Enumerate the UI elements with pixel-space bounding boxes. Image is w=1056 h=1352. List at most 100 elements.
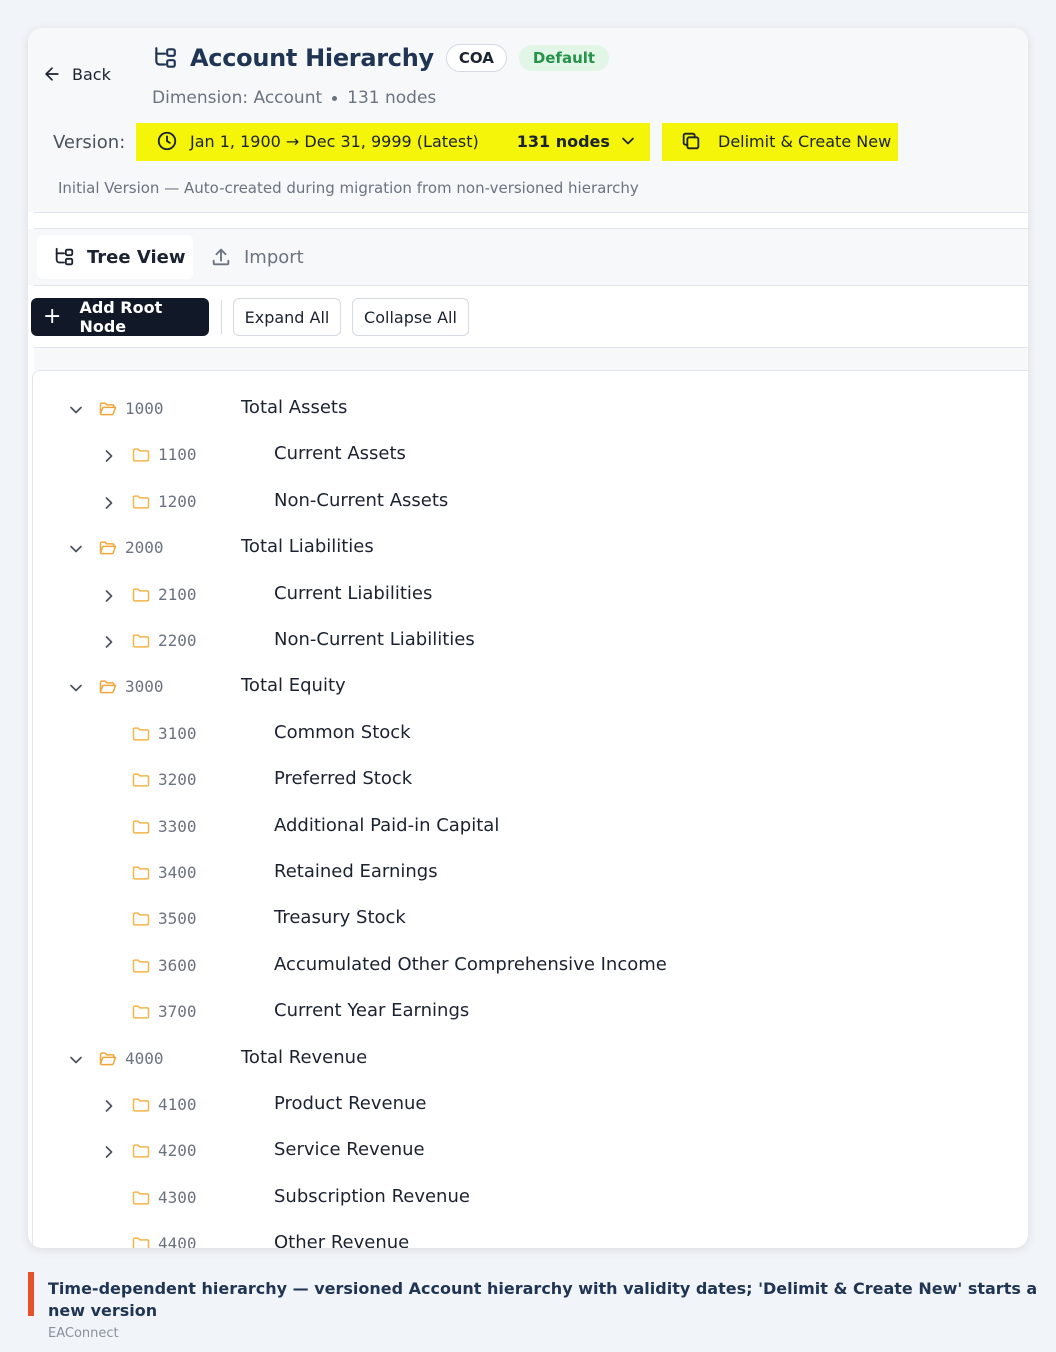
folder-icon bbox=[132, 773, 150, 787]
folder-icon bbox=[132, 727, 150, 741]
dimension-label: Dimension: Account bbox=[152, 88, 323, 108]
node-name: Current Liabilities bbox=[274, 582, 433, 604]
folder-icon bbox=[132, 495, 150, 509]
tree-row[interactable]: 3400 Retained Earnings bbox=[33, 851, 1028, 897]
node-code: 4400 bbox=[158, 1234, 197, 1248]
node-name: Treasury Stock bbox=[274, 907, 406, 929]
tab-import[interactable]: Import bbox=[210, 235, 304, 279]
page-header: Back Account Hierarchy COA Default Dimen… bbox=[28, 28, 1028, 212]
chevron-right-icon[interactable] bbox=[99, 493, 119, 513]
folder-icon bbox=[132, 959, 150, 973]
tree-row[interactable]: 4300 Subscription Revenue bbox=[33, 1176, 1028, 1222]
tree-row[interactable]: 4000 Total Revenue bbox=[33, 1037, 1028, 1083]
tree-row[interactable]: 3100 Common Stock bbox=[33, 712, 1028, 758]
tree-row[interactable]: 2200 Non-Current Liabilities bbox=[33, 619, 1028, 665]
tree-row[interactable]: 4400 Other Revenue bbox=[33, 1222, 1028, 1248]
back-label: Back bbox=[72, 64, 111, 84]
hierarchy-icon bbox=[55, 247, 74, 266]
version-note: Initial Version — Auto-created during mi… bbox=[58, 179, 639, 197]
tree-row[interactable]: 3200 Preferred Stock bbox=[33, 758, 1028, 804]
hierarchy-icon bbox=[155, 47, 176, 68]
arrow-left-icon bbox=[45, 67, 59, 81]
folder-icon bbox=[132, 1144, 150, 1158]
node-name: Current Year Earnings bbox=[274, 1000, 470, 1022]
chevron-down-icon[interactable] bbox=[66, 539, 86, 559]
node-code: 4100 bbox=[158, 1095, 197, 1114]
chevron-right-icon[interactable] bbox=[99, 1096, 119, 1116]
node-name: Accumulated Other Comprehensive Income bbox=[274, 953, 667, 975]
tree-row[interactable]: 2100 Current Liabilities bbox=[33, 573, 1028, 619]
back-button[interactable]: Back bbox=[42, 64, 111, 84]
node-code: 3700 bbox=[158, 1002, 197, 1022]
tree-row[interactable]: 4200 Service Revenue bbox=[33, 1129, 1028, 1175]
node-code: 1000 bbox=[125, 399, 164, 418]
upload-icon bbox=[212, 248, 230, 266]
node-name: Service Revenue bbox=[274, 1139, 425, 1161]
tab-tree-view[interactable]: Tree View bbox=[37, 235, 193, 279]
node-name: Current Assets bbox=[274, 443, 406, 465]
node-code: 3000 bbox=[125, 677, 164, 697]
node-code: 3300 bbox=[158, 816, 197, 836]
node-name: Total Assets bbox=[241, 397, 348, 418]
add-root-node-button[interactable]: + Add Root Node bbox=[31, 298, 209, 336]
tree-row[interactable]: 3000 Total Equity bbox=[33, 665, 1028, 711]
account-tree: 1000 Total Assets 1100 Current Assets 1200 No… bbox=[32, 370, 1028, 1248]
chevron-right-icon[interactable] bbox=[99, 586, 119, 606]
tree-row[interactable]: 2000 Total Liabilities bbox=[33, 526, 1028, 572]
chevron-down-icon[interactable] bbox=[66, 678, 86, 698]
folder-open-icon bbox=[99, 402, 117, 416]
node-name: Total Revenue bbox=[241, 1046, 368, 1068]
folder-open-icon bbox=[99, 680, 117, 694]
node-name: Product Revenue bbox=[274, 1093, 427, 1114]
node-code: 4300 bbox=[158, 1187, 197, 1207]
node-code: 1100 bbox=[158, 445, 197, 465]
tree-row[interactable]: 3700 Current Year Earnings bbox=[33, 990, 1028, 1036]
version-select[interactable]: Jan 1, 1900 → Dec 31, 9999 (Latest) 131 … bbox=[136, 123, 650, 159]
chevron-right-icon[interactable] bbox=[99, 1142, 119, 1162]
tree-row[interactable]: 3600 Accumulated Other Comprehensive Inco… bbox=[33, 944, 1028, 990]
folder-icon bbox=[132, 866, 150, 880]
node-name: Total Equity bbox=[241, 675, 346, 697]
chevron-right-icon[interactable] bbox=[99, 632, 119, 652]
delimit-label: Delimit & Create New bbox=[718, 131, 892, 151]
folder-icon bbox=[132, 448, 150, 462]
node-code: 2000 bbox=[125, 538, 164, 558]
spacer bbox=[34, 213, 1028, 229]
tree-row[interactable]: 4100 Product Revenue bbox=[33, 1083, 1028, 1129]
folder-icon bbox=[132, 1098, 150, 1112]
chevron-down-icon[interactable] bbox=[66, 400, 86, 420]
tab-label: Import bbox=[244, 246, 304, 268]
node-name: Other Revenue bbox=[274, 1232, 410, 1248]
node-count: 131 nodes bbox=[347, 88, 437, 108]
folder-open-icon bbox=[99, 1052, 117, 1065]
tree-row[interactable]: 3300 Additional Paid-in Capital bbox=[33, 805, 1028, 851]
node-code: 3600 bbox=[158, 955, 197, 975]
node-code: 2200 bbox=[158, 631, 197, 650]
tree-row[interactable]: 3500 Treasury Stock bbox=[33, 897, 1028, 943]
folder-icon bbox=[132, 1237, 150, 1248]
node-code: 4000 bbox=[125, 1048, 164, 1068]
node-name: Non-Current Assets bbox=[274, 489, 449, 511]
clock-icon bbox=[157, 131, 177, 151]
version-label: Version: bbox=[53, 132, 126, 153]
node-name: Non-Current Liabilities bbox=[274, 629, 475, 650]
folder-icon bbox=[132, 634, 150, 648]
folder-icon bbox=[132, 912, 150, 926]
coa-badge: COA bbox=[445, 44, 507, 72]
chevron-right-icon[interactable] bbox=[99, 446, 119, 466]
figure-caption: Time-dependent hierarchy — versioned Acc… bbox=[48, 1279, 1038, 1320]
node-name: Additional Paid-in Capital bbox=[274, 814, 500, 836]
expand-all-button[interactable]: Expand All bbox=[233, 298, 341, 336]
tree-row[interactable]: 1100 Current Assets bbox=[33, 433, 1028, 479]
tree-row[interactable]: 1200 Non-Current Assets bbox=[33, 480, 1028, 526]
tree-row[interactable]: 1000 Total Assets bbox=[33, 387, 1028, 433]
chevron-down-icon[interactable] bbox=[66, 1050, 86, 1070]
delimit-create-button[interactable]: Delimit & Create New bbox=[668, 123, 898, 159]
node-code: 2100 bbox=[158, 584, 197, 604]
plus-icon: + bbox=[43, 304, 62, 329]
node-code: 1200 bbox=[158, 491, 197, 511]
node-name: Common Stock bbox=[274, 721, 411, 743]
title-row: Account Hierarchy COA Default bbox=[152, 44, 610, 72]
collapse-all-button[interactable]: Collapse All bbox=[352, 298, 469, 336]
copy-icon bbox=[682, 132, 700, 150]
